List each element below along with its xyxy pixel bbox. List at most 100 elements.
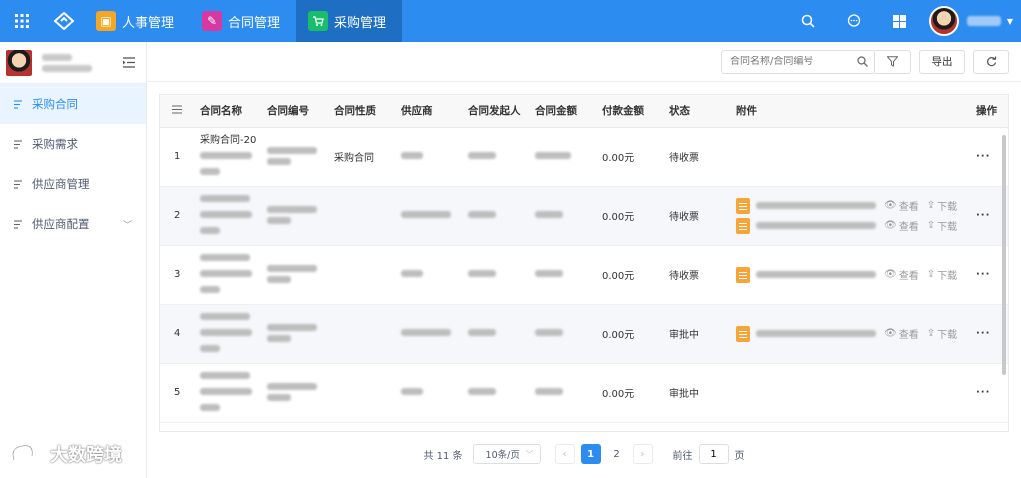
list-icon	[14, 139, 24, 149]
top-navigation-bar: ▣ 人事管理 ✎ 合同管理 采购管理 ▼	[0, 0, 1021, 42]
nav-tab-procurement[interactable]: 采购管理	[296, 0, 403, 42]
attachment-item: 👁 查看 ⇪ 下载	[736, 196, 968, 216]
avatar	[6, 49, 32, 76]
chevron-down-icon[interactable]: ﹀	[123, 218, 132, 231]
table-row[interactable]: 3 0.00元 待收票 👁 查看 ⇪ 下载 ···	[160, 245, 1008, 305]
user-menu[interactable]: ▼	[923, 6, 1021, 36]
supplier-cell	[393, 363, 460, 423]
nav-tab-hr[interactable]: ▣ 人事管理	[84, 0, 190, 42]
column-header: 操作	[968, 95, 1008, 128]
sidebar-item-label: 供应商管理	[32, 177, 90, 191]
page-button-1[interactable]: 1	[580, 444, 601, 464]
contract-name-cell[interactable]	[192, 304, 259, 364]
download-link[interactable]: ⇪ 下载	[927, 267, 957, 282]
page-size-select[interactable]: 10条/页 ﹀	[472, 444, 541, 464]
sidebar-item-purchase-contract[interactable]: 采购合同	[0, 84, 146, 124]
filter-button[interactable]	[875, 49, 911, 74]
caret-down-icon: ▼	[1006, 16, 1013, 26]
table-row[interactable]: 1 采购合同-20 采购合同 0.00元 待收票 ···	[160, 127, 1008, 187]
row-index: 1	[160, 127, 192, 187]
initiator-cell	[460, 363, 527, 423]
contract-name-cell[interactable]	[192, 186, 259, 246]
page-button-2[interactable]: 2	[607, 444, 627, 464]
paid-amount: 0.00元	[594, 127, 661, 187]
paid-amount: 0.00元	[594, 363, 661, 423]
sidebar: 采购合同 采购需求 供应商管理 供应商配置 ﹀	[0, 42, 147, 478]
app-grid-icon[interactable]	[0, 0, 44, 42]
contract-name-cell[interactable]	[192, 245, 259, 305]
sidebar-item-supplier-management[interactable]: 供应商管理	[0, 164, 146, 204]
user-name-redacted	[966, 16, 1001, 26]
prev-page-button[interactable]: ‹	[554, 444, 575, 464]
attachment-name[interactable]	[756, 202, 876, 209]
contract-name-cell[interactable]	[192, 363, 259, 423]
next-page-button[interactable]: ›	[632, 444, 653, 464]
supplier-cell	[393, 127, 460, 187]
message-icon[interactable]	[831, 0, 877, 42]
cart-icon	[308, 11, 329, 31]
attachment-cell: 👁 查看 ⇪ 下载	[728, 304, 968, 364]
attachment-cell: 👁 查看 ⇪ 下载	[728, 245, 968, 305]
row-index: 4	[160, 304, 192, 364]
watermark-logo-icon	[11, 443, 43, 461]
attachment-name[interactable]	[756, 271, 876, 278]
attachment-item: 👁 查看 ⇪ 下载	[736, 324, 968, 344]
contract-name-cell[interactable]: 采购合同-20	[192, 127, 259, 187]
row-index: 5	[160, 363, 192, 423]
sidebar-item-supplier-config[interactable]: 供应商配置 ﹀	[0, 204, 146, 244]
menu-fold-icon[interactable]	[120, 54, 138, 72]
download-link[interactable]: ⇪ 下载	[927, 198, 957, 213]
search-input[interactable]	[722, 56, 850, 67]
pagination: 共 11 条 10条/页 ﹀ ‹ 1 2 › 前往 页	[147, 442, 1021, 466]
download-link[interactable]: ⇪ 下载	[927, 218, 957, 233]
chevron-down-icon: ﹀	[525, 449, 534, 459]
table-header-row: 合同名称 合同编号 合同性质 供应商 合同发起人 合同金额 付款金额 状态 附件…	[160, 95, 1008, 128]
sidebar-item-label: 采购需求	[32, 137, 78, 151]
view-link[interactable]: 👁 查看	[884, 218, 919, 233]
amount-cell	[527, 127, 594, 187]
sidebar-item-label: 供应商配置	[32, 217, 90, 231]
view-link[interactable]: 👁 查看	[884, 326, 919, 341]
paid-amount: 0.00元	[594, 304, 661, 364]
column-header: 附件	[728, 95, 968, 128]
file-icon	[736, 325, 750, 342]
table-row[interactable]: 4 0.00元 审批中 👁 查看 ⇪ 下载 ···	[160, 304, 1008, 364]
amount-cell	[527, 304, 594, 364]
nav-tab-label: 采购管理	[334, 15, 387, 31]
column-header: 合同发起人	[460, 95, 527, 128]
search-icon[interactable]	[785, 0, 831, 42]
sidebar-item-purchase-demand[interactable]: 采购需求	[0, 124, 146, 164]
table-row[interactable]: 2 0.00元 待收票 👁 查看 ⇪ 下载 👁 查看 ⇪ 下载 ···	[160, 186, 1008, 246]
attachment-item: 👁 查看 ⇪ 下载	[736, 216, 968, 236]
table-scrollbar[interactable]	[1002, 135, 1006, 375]
view-link[interactable]: 👁 查看	[884, 267, 919, 282]
windows-icon[interactable]	[877, 0, 923, 42]
table-row[interactable]: 5 0.00元 审批中 ···	[160, 363, 1008, 423]
supplier-cell	[393, 245, 460, 305]
supplier-cell	[393, 304, 460, 364]
export-button[interactable]: 导出	[919, 49, 965, 74]
search-box	[721, 49, 875, 74]
row-index: 2	[160, 186, 192, 246]
initiator-cell	[460, 304, 527, 364]
download-link[interactable]: ⇪ 下载	[927, 326, 957, 341]
column-settings-icon[interactable]	[160, 95, 192, 128]
sidebar-user-info	[42, 50, 120, 76]
view-link[interactable]: 👁 查看	[884, 198, 919, 213]
attachment-cell	[728, 127, 968, 187]
refresh-button[interactable]	[973, 49, 1009, 74]
logo-icon[interactable]	[44, 0, 84, 42]
paid-amount: 0.00元	[594, 186, 661, 246]
search-icon[interactable]	[850, 51, 874, 73]
total-count: 共 11 条	[423, 450, 463, 462]
page-jump-input[interactable]	[698, 444, 729, 464]
sidebar-header	[0, 42, 146, 84]
nav-tab-contract[interactable]: ✎ 合同管理	[190, 0, 296, 42]
contract-icon: ✎	[202, 11, 223, 31]
contract-table: 合同名称 合同编号 合同性质 供应商 合同发起人 合同金额 付款金额 状态 附件…	[159, 94, 1009, 432]
attachment-name[interactable]	[756, 222, 876, 229]
refresh-icon	[986, 56, 996, 67]
column-header: 供应商	[393, 95, 460, 128]
list-icon	[14, 219, 24, 229]
attachment-name[interactable]	[756, 330, 876, 337]
